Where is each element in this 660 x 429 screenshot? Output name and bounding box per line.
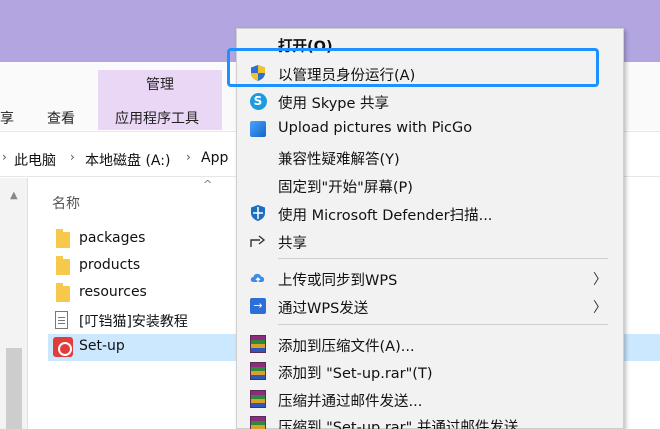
skype-icon: S (249, 92, 267, 110)
file-row[interactable]: [叮铛猫]安装教程 (48, 307, 238, 334)
file-name: packages (79, 230, 146, 246)
breadcrumb-chevron-icon: › (70, 150, 75, 164)
menu-item-defender-scan[interactable]: 使用 Microsoft Defender扫描... (237, 200, 623, 227)
menu-item-label: 使用 Microsoft Defender扫描... (278, 208, 493, 224)
chevron-right-icon: 〉 (593, 272, 607, 288)
winrar-icon (249, 335, 267, 353)
menu-item-label: 固定到"开始"屏幕(P) (278, 180, 413, 196)
folder-icon (56, 256, 70, 275)
scrollbar-thumb[interactable] (6, 348, 22, 429)
file-name: Set-up (79, 338, 125, 354)
menu-separator (278, 324, 608, 325)
menu-item-label: Upload pictures with PicGo (278, 120, 473, 136)
menu-item-label: 使用 Skype 共享 (278, 96, 390, 112)
menu-item-label: 通过WPS发送 (278, 301, 369, 317)
menu-item-pin-to-start[interactable]: 固定到"开始"屏幕(P) (237, 172, 623, 199)
menu-item-label: 添加到 "Set-up.rar"(T) (278, 366, 433, 382)
menu-item-compress-and-email[interactable]: 压缩并通过邮件发送... (237, 386, 623, 413)
file-name: products (79, 257, 141, 273)
wps-send-icon: → (249, 297, 267, 315)
file-name: resources (79, 284, 147, 300)
file-row[interactable]: resources (48, 280, 238, 307)
menu-item-picgo-upload[interactable]: Upload pictures with PicGo (237, 116, 623, 143)
highlight-outline (227, 48, 599, 87)
breadcrumb-chevron-icon: › (2, 150, 7, 164)
sort-caret-icon: ^ (203, 178, 213, 191)
winrar-icon (249, 416, 267, 429)
menu-item-label: 压缩并通过邮件发送... (278, 394, 423, 410)
folder-icon (56, 283, 70, 302)
menu-item-add-to-setup-rar[interactable]: 添加到 "Set-up.rar"(T) (237, 358, 623, 385)
scroll-up-icon[interactable]: ▲ (10, 190, 18, 201)
menu-item-label: 上传或同步到WPS (278, 273, 398, 289)
tab-view[interactable]: 查看 (47, 108, 75, 128)
menu-item-compatibility-troubleshoot[interactable]: 兼容性疑难解答(Y) (237, 144, 623, 171)
share-icon (249, 232, 267, 250)
breadcrumb-this-pc[interactable]: 此电脑 (14, 150, 56, 170)
defender-icon (249, 204, 267, 222)
menu-item-share[interactable]: 共享 (237, 228, 623, 255)
file-name: [叮铛猫]安装教程 (79, 314, 188, 330)
breadcrumb-app-folder[interactable]: App (201, 150, 228, 166)
breadcrumb-local-disk[interactable]: 本地磁盘 (A:) (85, 150, 170, 170)
menu-separator (278, 258, 608, 259)
breadcrumb-chevron-icon: › (186, 150, 191, 164)
winrar-icon (249, 362, 267, 380)
file-row[interactable]: products (48, 253, 238, 280)
menu-item-compress-to-setup-rar-and-email[interactable]: 压缩到 "Set-up.rar" 并通过邮件发送 (237, 412, 623, 429)
menu-item-label: 兼容性疑难解答(Y) (278, 152, 400, 168)
picgo-icon (249, 120, 267, 138)
menu-item-label: 压缩到 "Set-up.rar" 并通过邮件发送 (278, 420, 519, 429)
file-row[interactable]: packages (48, 226, 238, 253)
winrar-icon (249, 390, 267, 408)
setup-exe-icon (53, 337, 73, 357)
wps-cloud-icon (249, 269, 267, 287)
menu-item-skype-share[interactable]: S 使用 Skype 共享 (237, 88, 623, 115)
menu-item-wps-send[interactable]: → 通过WPS发送 〉 (237, 293, 623, 320)
menu-item-wps-sync[interactable]: 上传或同步到WPS 〉 (237, 265, 623, 292)
tab-application-tools[interactable]: 应用程序工具 (115, 108, 199, 128)
chevron-right-icon: 〉 (593, 300, 607, 316)
folder-icon (56, 229, 70, 248)
contextual-tab-group-manage[interactable]: 管理 (98, 70, 222, 100)
document-icon (55, 311, 68, 329)
menu-item-label: 共享 (278, 236, 307, 252)
column-header-name[interactable]: 名称 (52, 193, 80, 213)
menu-item-add-to-archive[interactable]: 添加到压缩文件(A)... (237, 331, 623, 358)
menu-item-label: 添加到压缩文件(A)... (278, 339, 415, 355)
tab-share[interactable]: 享 (0, 108, 14, 128)
